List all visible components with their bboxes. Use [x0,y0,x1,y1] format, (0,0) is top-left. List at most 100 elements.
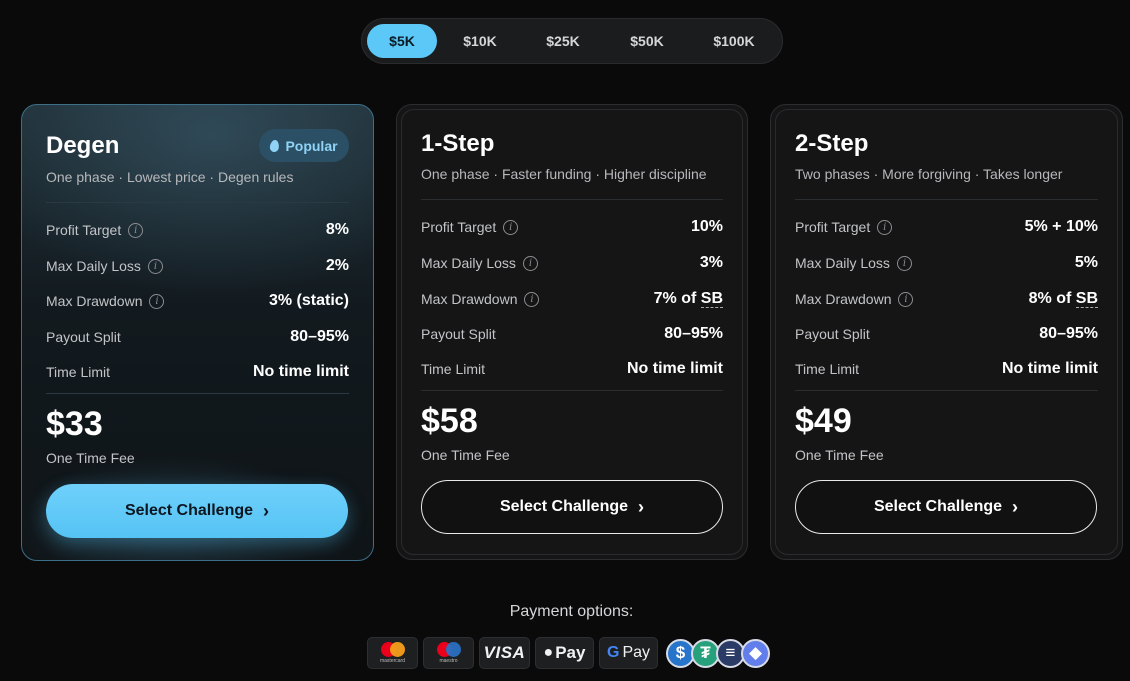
chevron-right-icon: › [638,497,645,517]
rule-value-text: 8% of [1028,290,1072,307]
tab-10k[interactable]: $10K [437,24,523,58]
divider [421,390,723,391]
rule-row-time-limit: Time Limit No time limit [46,362,349,382]
payment-method-text: Pay [622,644,651,661]
rule-value: 5% + 10% [1024,218,1098,235]
rule-value: 3% (static) [268,292,349,309]
rule-value: 2% [325,257,349,274]
apple-glyph: ● [543,644,554,661]
rule-row-max-drawdown: Max Drawdown i 3% (static) [46,291,349,311]
crypto-icons: $ ₮ ≡ ◆ [666,638,770,668]
flame-icon [269,138,281,153]
rule-row-profit-target: Profit Target i 5% + 10% [795,217,1098,237]
select-challenge-button[interactable]: Select Challenge › [795,480,1097,534]
rule-label: Max Drawdown [46,293,143,309]
info-icon[interactable]: i [147,258,163,274]
rule-label: Max Drawdown [795,291,892,307]
plan-price: $58 [421,402,478,440]
fee-label: One Time Fee [421,447,510,463]
rule-value: 8% of SB [1029,290,1098,308]
rule-label: Max Daily Loss [46,258,141,274]
google-g-glyph: G [606,644,620,661]
rule-label: Max Drawdown [421,291,518,307]
rule-row-payout-split: Payout Split 80–95% [46,327,349,347]
rule-label: Payout Split [421,326,496,342]
rule-label: Payout Split [795,326,870,342]
select-challenge-button[interactable]: Select Challenge › [46,484,348,538]
rule-value: 80–95% [290,328,349,345]
rule-label: Profit Target [46,222,122,238]
tab-50k[interactable]: $50K [603,24,691,58]
apple-pay-icon: ● Pay [535,637,594,669]
rule-row-time-limit: Time Limit No time limit [421,359,723,379]
rule-value: 80–95% [1039,325,1098,342]
rule-value: 7% of SB [654,290,723,308]
starting-balance-abbr[interactable]: SB [1075,290,1098,308]
rule-value: No time limit [626,360,723,377]
select-challenge-button[interactable]: Select Challenge › [421,480,723,534]
rule-value: 10% [690,218,723,235]
ethereum-icon: ◆ [741,638,770,668]
mastercard-icon: mastercard [367,637,418,669]
fee-label: One Time Fee [46,450,135,466]
rule-label: Profit Target [795,219,871,235]
google-pay-icon: G Pay [599,637,658,669]
info-icon[interactable]: i [503,219,519,235]
info-icon[interactable]: i [877,219,893,235]
rule-label: Time Limit [46,364,111,380]
button-label: Select Challenge [499,498,629,515]
rule-value-text: 7% of [653,290,697,307]
tab-25k[interactable]: $25K [523,24,603,58]
tab-100k[interactable]: $100K [691,24,777,58]
rule-row-max-daily-loss: Max Daily Loss i 2% [46,256,349,276]
divider [46,393,349,394]
rule-label: Profit Target [421,219,497,235]
rule-row-payout-split: Payout Split 80–95% [795,324,1098,344]
rule-label: Time Limit [795,361,860,377]
plan-card-1-step: 1-Step One phase · Faster funding · High… [396,104,748,560]
info-icon[interactable]: i [524,291,540,307]
plan-subtitle: One phase · Faster funding · Higher disc… [421,166,707,182]
button-label: Select Challenge [873,498,1003,515]
plan-title: Degen [46,132,120,159]
divider [795,199,1098,200]
starting-balance-abbr[interactable]: SB [700,290,723,308]
payment-method-text: Pay [555,643,586,662]
rule-row-max-daily-loss: Max Daily Loss i 3% [421,253,723,273]
rule-value: 8% [325,221,349,238]
payment-method-text: maestro [439,658,458,664]
button-label: Select Challenge [124,502,254,519]
plan-title: 1-Step [421,130,495,157]
tab-5k[interactable]: $5K [367,24,437,58]
chevron-right-icon: › [1012,497,1019,517]
rule-value: No time limit [1001,360,1098,377]
payment-method-text: VISA [483,643,526,662]
rule-label: Max Daily Loss [421,255,516,271]
payment-options-title: Payment options: [509,603,634,620]
info-icon[interactable]: i [898,291,914,307]
popular-badge: Popular [259,129,349,162]
rule-value: 80–95% [664,325,723,342]
account-size-tabs: $5K $10K $25K $50K $100K [361,18,783,64]
info-icon[interactable]: i [522,255,538,271]
plan-subtitle: One phase · Lowest price · Degen rules [46,169,294,185]
info-icon[interactable]: i [149,293,165,309]
rule-row-payout-split: Payout Split 80–95% [421,324,723,344]
plan-price: $33 [46,405,103,443]
rule-row-profit-target: Profit Target i 10% [421,217,723,237]
badge-label: Popular [285,137,338,154]
rule-row-max-drawdown: Max Drawdown i 7% of SB [421,289,723,309]
info-icon[interactable]: i [896,255,912,271]
divider [46,202,349,203]
fee-label: One Time Fee [795,447,884,463]
chevron-right-icon: › [263,501,270,521]
plan-card-2-step: 2-Step Two phases · More forgiving · Tak… [770,104,1123,560]
divider [795,390,1098,391]
rule-label: Max Daily Loss [795,255,890,271]
payment-method-text: mastercard [379,658,405,664]
info-icon[interactable]: i [128,222,144,238]
plan-price: $49 [795,402,852,440]
maestro-icon: maestro [423,637,474,669]
plan-title: 2-Step [795,130,869,157]
rule-label: Time Limit [421,361,486,377]
